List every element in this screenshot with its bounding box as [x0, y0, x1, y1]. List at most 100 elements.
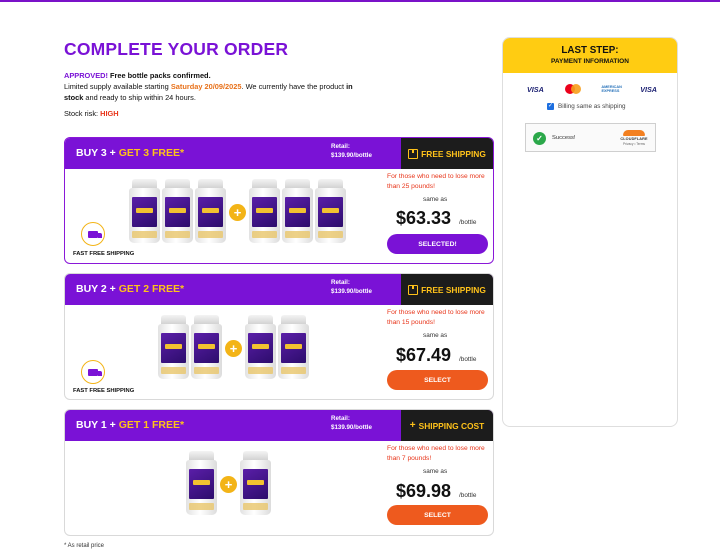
package-pitch: For those who need to lose more than 15 … — [387, 309, 485, 326]
plus-icon: + — [225, 340, 242, 357]
package-price: $67.49 — [396, 345, 452, 365]
shipping-badge: FREE SHIPPING — [401, 138, 493, 169]
supply-date: Saturday 20/09/2025 — [170, 82, 242, 91]
page-title: COMPLETE YOUR ORDER — [64, 39, 289, 59]
retail-value: $139.90/bottle — [331, 423, 372, 431]
truck-icon — [81, 222, 105, 246]
package-title: BUY 2 + GET 2 FREE* — [76, 283, 184, 295]
product-bottle — [278, 315, 309, 379]
shipping-label: FREE SHIPPING — [421, 284, 486, 295]
stock-risk-label: Stock risk: — [64, 109, 101, 118]
truck-icon — [81, 360, 105, 384]
fast-shipping-label: FAST FREE SHIPPING — [73, 251, 135, 257]
package-free-text: GET 1 FREE* — [118, 419, 185, 431]
package-title: BUY 1 + GET 1 FREE* — [76, 419, 184, 431]
stock-pre: . We currently have the product — [241, 82, 347, 91]
panel-subtitle: PAYMENT INFORMATION — [551, 58, 629, 65]
success-check-icon: ✓ — [533, 132, 546, 145]
payment-panel-header: LAST STEP: PAYMENT INFORMATION — [503, 38, 677, 73]
amex-icon: AMERICAN EXPRESS — [601, 85, 622, 93]
package-price: $63.33 — [396, 208, 452, 228]
approved-label: APPROVED! — [64, 71, 108, 80]
plus-icon: + — [409, 420, 416, 431]
approved-text: Free bottle packs confirmed. — [107, 71, 211, 80]
retail-label: Retail: — [331, 143, 350, 150]
top-accent-bar — [0, 0, 720, 2]
package-card-buy3[interactable]: BUY 3 + GET 3 FREE* Retail: $139.90/bottl… — [64, 137, 494, 264]
package-free-text: GET 3 FREE* — [118, 147, 185, 159]
package-buy-text: BUY 3 + — [76, 147, 119, 159]
package-card-buy2[interactable]: BUY 2 + GET 2 FREE* Retail: $139.90/bottl… — [64, 273, 494, 400]
cloud-icon — [623, 130, 645, 136]
checkbox-checked-icon[interactable]: ✓ — [547, 103, 554, 110]
product-bottle — [240, 451, 271, 515]
per-bottle-label: /bottle — [459, 492, 477, 499]
product-bottle — [158, 315, 189, 379]
product-bottle — [162, 179, 193, 243]
package-price: $69.98 — [396, 481, 452, 501]
package-card-buy1[interactable]: BUY 1 + GET 1 FREE* Retail: $139.90/bottl… — [64, 409, 494, 536]
plus-icon: + — [220, 476, 237, 493]
stock-risk: Stock risk: HIGH — [64, 109, 119, 118]
card-logos: VISA AMERICAN EXPRESS VISA — [527, 84, 657, 94]
shipping-label: FREE SHIPPING — [421, 148, 486, 159]
same-as-label: same as — [423, 468, 448, 475]
product-bottle — [315, 179, 346, 243]
retail-price: Retail: $139.90/bottle — [331, 415, 372, 432]
payment-panel: LAST STEP: PAYMENT INFORMATION VISA AMER… — [502, 37, 678, 427]
package-body: + FAST FREE SHIPPING For those who need … — [65, 169, 493, 263]
visa-icon: VISA — [527, 84, 544, 94]
plus-icon: + — [229, 204, 246, 221]
product-bottle — [129, 179, 160, 243]
per-bottle-label: /bottle — [459, 219, 477, 226]
shipping-badge: + SHIPPING COST — [401, 410, 493, 441]
retail-price: Retail: $139.90/bottle — [331, 143, 372, 160]
package-body: + FAST FREE SHIPPING For those who need … — [65, 305, 493, 399]
same-as-label: same as — [423, 196, 448, 203]
captcha-links[interactable]: Privacy • Terms — [615, 142, 653, 146]
retail-label: Retail: — [331, 415, 350, 422]
billing-label: Billing same as shipping — [558, 103, 626, 110]
box-icon — [408, 148, 419, 159]
bottle-group: + — [158, 315, 311, 379]
package-buy-text: BUY 2 + — [76, 283, 119, 295]
select-button[interactable]: SELECT — [387, 370, 488, 390]
package-header: BUY 3 + GET 3 FREE* Retail: $139.90/bottl… — [65, 138, 493, 169]
retail-price: Retail: $139.90/bottle — [331, 279, 372, 296]
billing-same-checkbox[interactable]: ✓ Billing same as shipping — [547, 103, 626, 110]
product-bottle — [282, 179, 313, 243]
package-buy-text: BUY 1 + — [76, 419, 119, 431]
stock-risk-value: HIGH — [100, 109, 119, 118]
selected-button[interactable]: SELECTED! — [387, 234, 488, 254]
package-free-text: GET 2 FREE* — [118, 283, 185, 295]
mastercard-icon — [564, 84, 581, 94]
package-pitch: For those who need to lose more than 7 p… — [387, 445, 485, 462]
bottle-group: + — [129, 179, 348, 243]
fast-shipping-label: FAST FREE SHIPPING — [73, 388, 135, 394]
order-intro: APPROVED! Free bottle packs confirmed. L… — [64, 70, 354, 103]
box-icon — [408, 284, 419, 295]
retail-value: $139.90/bottle — [331, 287, 372, 295]
captcha-status: Success! — [552, 135, 576, 141]
per-bottle-label: /bottle — [459, 356, 477, 363]
product-bottle — [191, 315, 222, 379]
product-bottle — [245, 315, 276, 379]
retail-label: Retail: — [331, 279, 350, 286]
same-as-label: same as — [423, 332, 448, 339]
package-header: BUY 2 + GET 2 FREE* Retail: $139.90/bottl… — [65, 274, 493, 305]
product-bottle — [186, 451, 217, 515]
product-bottle — [195, 179, 226, 243]
stock-post: and ready to ship within 24 hours. — [83, 93, 196, 102]
captcha-brand: CLOUDFLARE — [620, 137, 648, 141]
shipping-label: SHIPPING COST — [418, 420, 485, 431]
visa-icon: VISA — [640, 84, 657, 94]
captcha-widget[interactable]: ✓ Success! CLOUDFLARE Privacy • Terms — [525, 123, 656, 152]
cloudflare-logo: CLOUDFLARE Privacy • Terms — [615, 130, 653, 146]
retail-footnote: * As retail price — [64, 543, 105, 549]
shipping-badge: FREE SHIPPING — [401, 274, 493, 305]
package-title: BUY 3 + GET 3 FREE* — [76, 147, 184, 159]
package-header: BUY 1 + GET 1 FREE* Retail: $139.90/bottl… — [65, 410, 493, 441]
bottle-group: + — [186, 451, 273, 515]
select-button[interactable]: SELECT — [387, 505, 488, 525]
supply-text: Limited supply available starting — [64, 82, 171, 91]
